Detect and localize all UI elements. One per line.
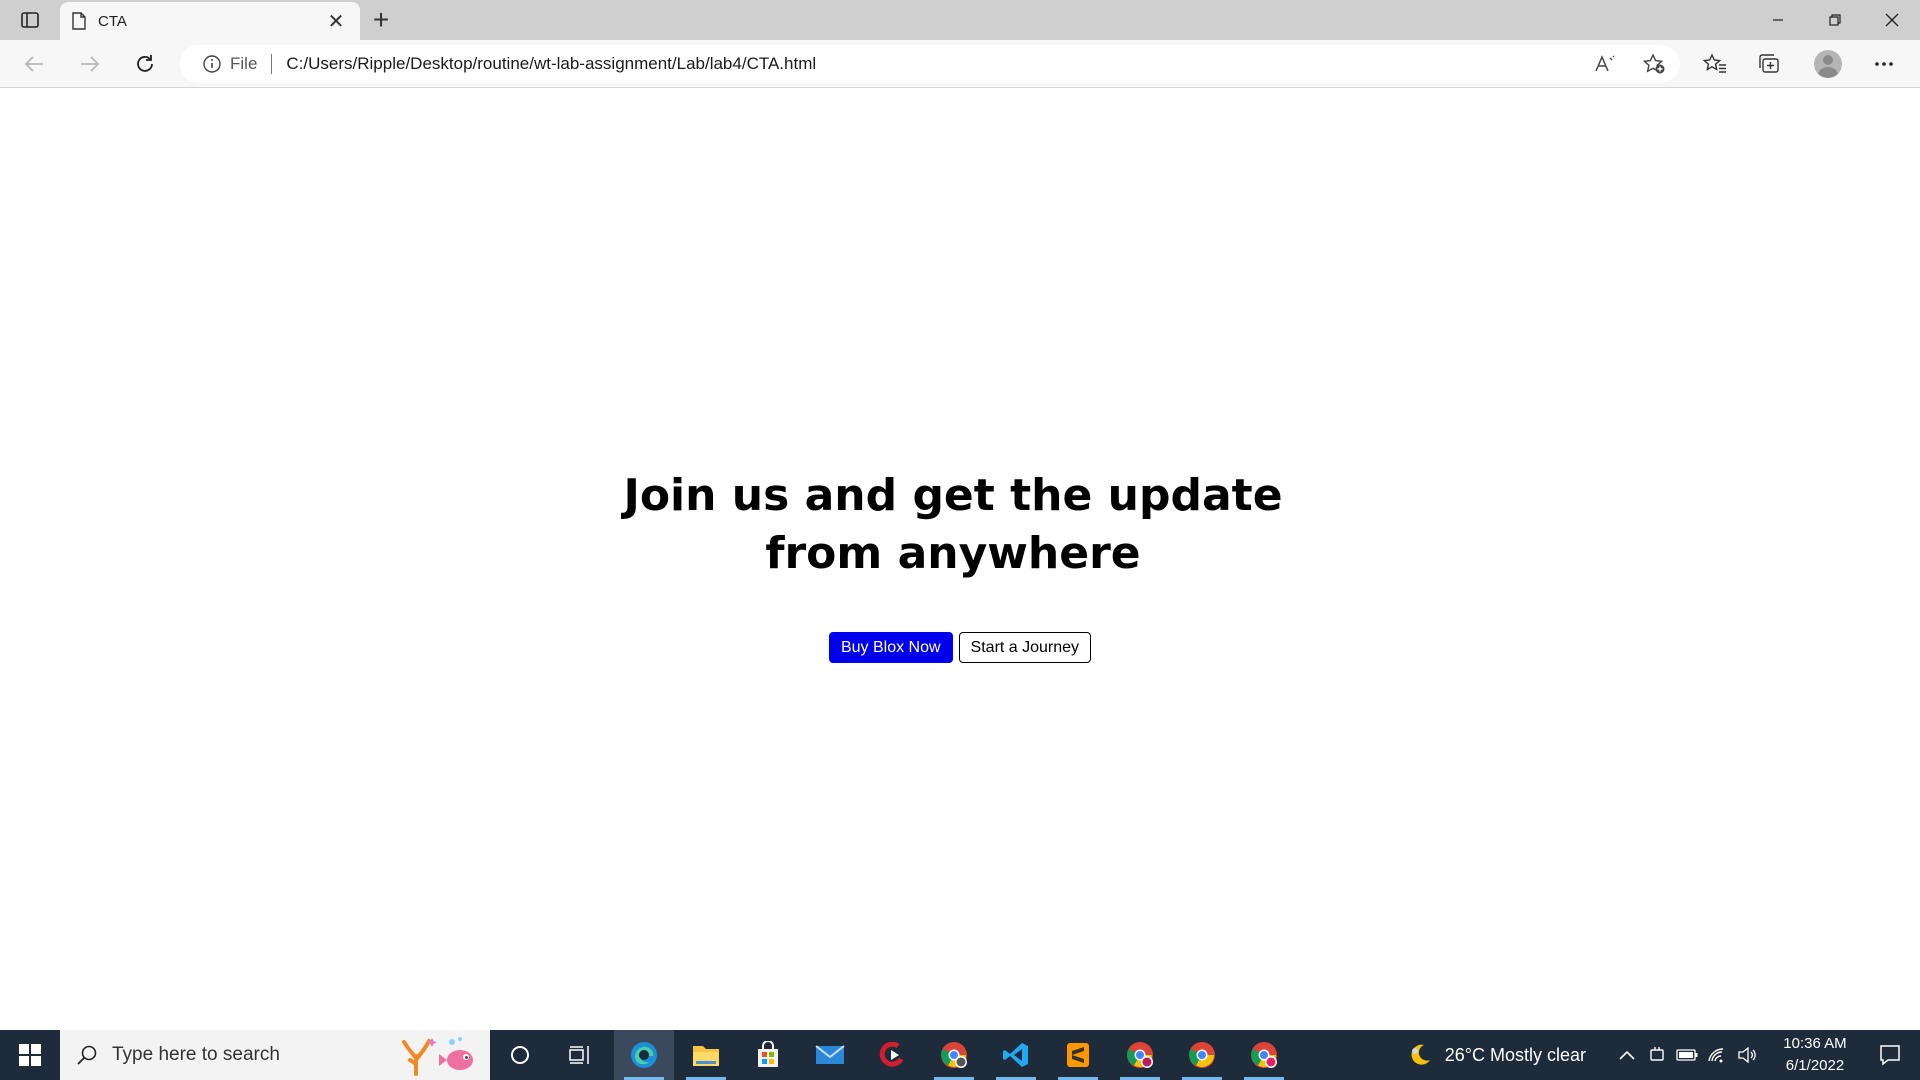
taskbar-chrome-profile-1[interactable] (924, 1030, 984, 1080)
page-icon (72, 12, 86, 30)
page-content: Join us and get the update from anywhere… (0, 89, 1920, 1029)
windows-logo-icon (19, 1044, 41, 1066)
avatar (1814, 50, 1842, 78)
cta-button-group: Buy Blox Now Start a Journey (0, 632, 1920, 663)
show-hidden-icons-button[interactable] (1612, 1030, 1642, 1080)
tray-device-button[interactable] (1642, 1030, 1672, 1080)
more-icon (1875, 62, 1893, 66)
taskbar-search[interactable]: Type here to search (60, 1030, 490, 1080)
read-aloud-icon[interactable] (1594, 54, 1616, 74)
minimize-icon (1772, 19, 1783, 21)
task-view-icon (569, 1046, 589, 1064)
info-icon (203, 55, 221, 73)
address-url[interactable]: C:/Users/Ripple/Desktop/routine/wt-lab-a… (286, 54, 816, 74)
start-button[interactable] (0, 1030, 60, 1080)
back-button[interactable] (16, 48, 52, 80)
moon-weather-icon[interactable] (1407, 1042, 1433, 1068)
refresh-icon (137, 55, 153, 72)
cta-heading: Join us and get the update from anywhere (623, 470, 1283, 579)
restore-button[interactable] (1806, 0, 1863, 40)
tab-title: CTA (98, 12, 127, 30)
store-icon (758, 1041, 778, 1067)
favorites-icon (1703, 53, 1726, 73)
wifi-icon (1708, 1048, 1724, 1063)
taskbar-file-explorer[interactable] (676, 1030, 736, 1080)
notification-icon (1880, 1045, 1900, 1066)
restore-icon (1828, 14, 1841, 26)
address-scheme: File (230, 54, 258, 73)
taskbar-chrome-profile-2[interactable] (1110, 1030, 1170, 1080)
sublime-icon (1067, 1043, 1089, 1067)
taskbar-store[interactable] (738, 1030, 798, 1080)
window-controls (1749, 0, 1920, 40)
add-favorite-icon[interactable] (1642, 53, 1666, 75)
settings-menu-button[interactable] (1866, 48, 1902, 80)
close-window-button[interactable] (1863, 0, 1920, 40)
battery-icon (1676, 1049, 1698, 1061)
chrome-icon (1189, 1042, 1215, 1068)
refresh-button[interactable] (127, 48, 163, 80)
edge-icon (631, 1042, 657, 1068)
search-icon (77, 1045, 97, 1065)
taskbar-sublime[interactable] (1048, 1030, 1108, 1080)
search-highlight-illustration-icon (402, 1037, 473, 1076)
clock-date: 6/1/2022 (1785, 1057, 1845, 1074)
close-tab-button[interactable]: ✕ (324, 9, 348, 33)
minimize-button[interactable] (1749, 0, 1806, 40)
address-bar[interactable]: File C:/Users/Ripple/Desktop/routine/wt-… (180, 45, 1680, 83)
system-tray: 26°C Mostly clear 10:36 AM 6/1/2022 (1407, 1030, 1920, 1080)
favorites-button[interactable] (1697, 48, 1733, 80)
taskbar-chrome-profile-3[interactable] (1234, 1030, 1294, 1080)
arrow-left-icon (24, 56, 43, 72)
network-button[interactable] (1702, 1030, 1732, 1080)
chrome-icon (1251, 1042, 1277, 1068)
browser-tab-bar: CTA ✕ + (0, 0, 1920, 40)
vscode-icon (1003, 1043, 1028, 1067)
browser-tab-active[interactable]: CTA ✕ (60, 2, 360, 40)
speaker-icon (1738, 1047, 1756, 1063)
device-icon (1650, 1047, 1664, 1061)
taskbar-mail[interactable] (800, 1030, 860, 1080)
chrome-icon (1127, 1042, 1153, 1068)
taskbar-app-red[interactable] (862, 1030, 922, 1080)
taskbar-edge[interactable] (614, 1030, 674, 1080)
app-red-icon (879, 1042, 904, 1067)
chrome-icon (941, 1042, 967, 1068)
address-separator (271, 54, 273, 74)
taskbar-vscode[interactable] (986, 1030, 1046, 1080)
volume-button[interactable] (1732, 1030, 1762, 1080)
tab-actions-button[interactable] (12, 6, 48, 34)
forward-button[interactable] (72, 48, 108, 80)
close-icon (1885, 13, 1898, 27)
tab-actions-icon (21, 12, 39, 28)
clock[interactable]: 10:36 AM 6/1/2022 (1770, 1033, 1860, 1077)
cortana-button[interactable] (490, 1030, 550, 1080)
task-view-button[interactable] (550, 1030, 610, 1080)
buy-blox-button[interactable]: Buy Blox Now (828, 632, 953, 663)
collections-icon (1759, 54, 1779, 73)
collections-button[interactable] (1752, 48, 1788, 80)
new-tab-button[interactable]: + (366, 6, 396, 34)
chevron-up-icon (1619, 1050, 1635, 1060)
profile-button[interactable] (1810, 48, 1846, 80)
search-placeholder: Type here to search (112, 1044, 280, 1065)
battery-button[interactable] (1672, 1030, 1702, 1080)
clock-time: 10:36 AM (1783, 1035, 1847, 1052)
notifications-button[interactable] (1860, 1030, 1920, 1080)
address-actions (1594, 50, 1666, 78)
browser-toolbar: File C:/Users/Ripple/Desktop/routine/wt-… (0, 40, 1920, 88)
arrow-right-icon (81, 56, 100, 72)
folder-icon (693, 1046, 719, 1066)
start-journey-button[interactable]: Start a Journey (958, 632, 1092, 663)
taskbar: Type here to search 26°C Mostly clear 10… (0, 1030, 1920, 1080)
mail-icon (815, 1045, 845, 1064)
weather-text[interactable]: 26°C Mostly clear (1445, 1045, 1586, 1066)
taskbar-chrome[interactable] (1172, 1030, 1232, 1080)
cortana-icon (511, 1046, 529, 1064)
